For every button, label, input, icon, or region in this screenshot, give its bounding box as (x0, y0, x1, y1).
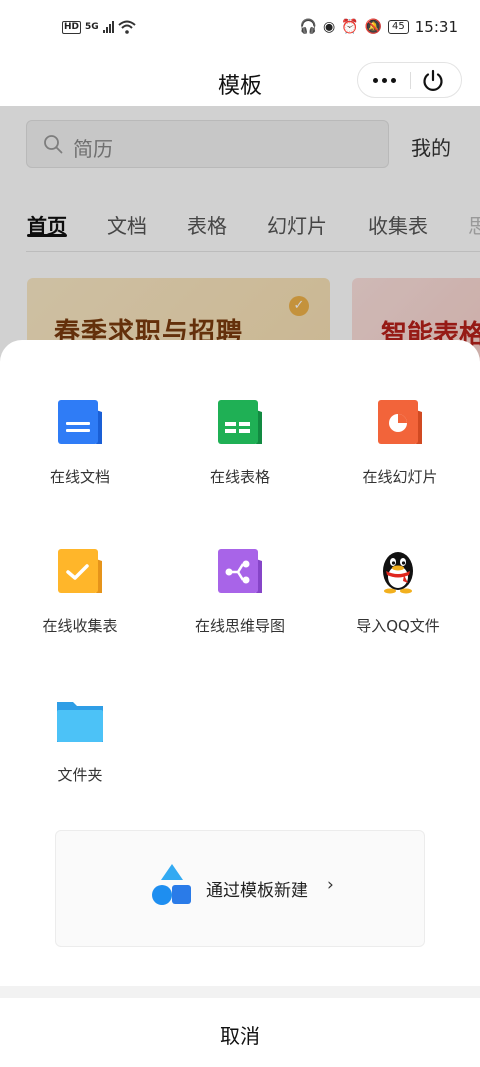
headphones-icon: 🎧 (299, 19, 317, 35)
item-label: 在线收集表 (42, 617, 118, 635)
template-shapes-icon (152, 864, 191, 905)
power-icon[interactable] (421, 69, 445, 93)
network-type: 5G (85, 22, 99, 32)
template-link-label: 通过模板新建 (206, 881, 308, 901)
form-icon (58, 549, 102, 593)
item-label: 在线文档 (49, 468, 110, 486)
capsule-menu (357, 62, 462, 98)
doc-icon (58, 400, 102, 444)
status-left: HD 5G (62, 20, 136, 34)
item-label: 在线思维导图 (194, 617, 285, 635)
cancel-label: 取消 (220, 1024, 260, 1048)
item-label: 在线表格 (209, 468, 270, 486)
capsule-divider (410, 72, 411, 89)
chevron-right-icon: › (327, 875, 334, 895)
clock: 15:31 (414, 18, 458, 36)
create-sheet: 在线文档 在线表格 在线幻灯片 在线收集表 在线思维导图 导入QQ文件 文件夹 … (0, 340, 480, 1067)
sheet-icon (218, 400, 262, 444)
nav-header: 模板 (0, 60, 480, 106)
mindmap-icon (218, 549, 262, 593)
signal-icon (102, 21, 114, 33)
sheet-separator (0, 986, 480, 998)
status-right: 🎧 ◉ ⏰ 🔕 45 15:31 (300, 18, 459, 36)
alarm-icon: ⏰ (341, 19, 359, 35)
qq-icon (383, 552, 413, 594)
status-bar: HD 5G 🎧 ◉ ⏰ 🔕 45 15:31 (0, 0, 480, 60)
item-label: 在线幻灯片 (362, 468, 438, 486)
wifi-icon (118, 20, 136, 34)
item-label: 导入QQ文件 (356, 617, 440, 635)
item-label: 文件夹 (57, 766, 103, 784)
mute-icon: 🔕 (364, 19, 383, 35)
cancel-button[interactable]: 取消 (0, 998, 480, 1067)
new-from-template[interactable]: 通过模板新建 › (55, 830, 425, 947)
hd-badge: HD (62, 20, 82, 34)
slides-icon (378, 400, 422, 444)
eye-icon: ◉ (322, 19, 336, 35)
more-icon[interactable] (358, 63, 410, 97)
battery-icon: 45 (388, 20, 409, 34)
folder-icon (57, 702, 103, 742)
